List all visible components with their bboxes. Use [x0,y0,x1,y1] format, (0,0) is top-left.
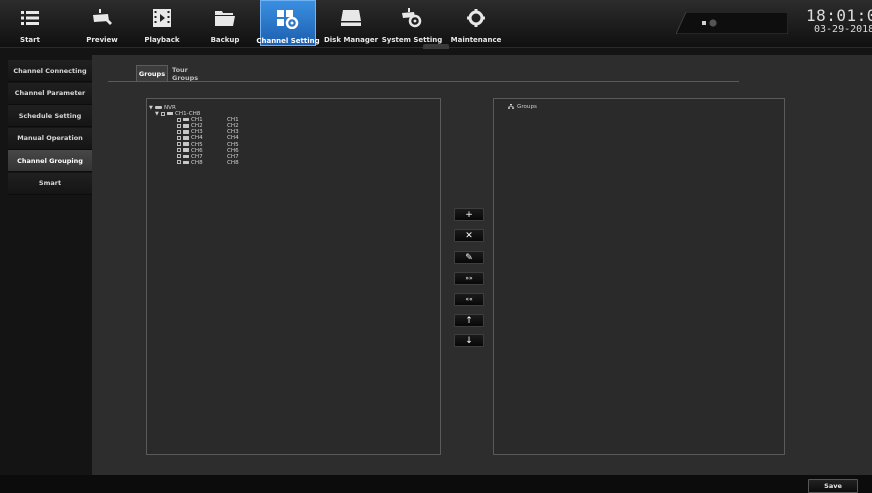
sidebar-item-smart[interactable]: Smart [8,172,92,195]
channel-name: CH6 [191,147,203,154]
save-button[interactable]: Save [808,479,858,493]
backup-folder-icon [212,5,238,31]
nvr-icon [155,105,162,110]
channel-name: CH4 [191,135,203,142]
move-all-left-button[interactable]: «« [454,293,484,306]
move-down-icon: ↓ [465,335,473,346]
tree-root-label: NVR [164,105,176,111]
start-menu-icon [17,5,43,31]
clock-date: 03-29-2018 [814,24,872,35]
system-setting-icon [399,5,425,31]
tree-group-label: CH1-CH8 [175,111,201,118]
menu-label: Channel Setting [256,37,320,45]
move-down-button[interactable]: ↓ [454,334,484,347]
menu-backup[interactable]: Backup [202,0,248,46]
delete-button[interactable]: ✕ [454,229,484,242]
channel-name: CH8 [191,159,203,166]
tab-tour-groups[interactable]: Tour Groups [172,65,214,82]
edit-button[interactable]: ✎ [454,251,484,264]
checkbox[interactable] [177,123,181,128]
maintenance-gear-icon [463,5,489,31]
sidebar-item-schedule-setting[interactable]: Schedule Setting [8,105,92,127]
move-up-button[interactable]: ↑ [454,314,484,327]
delete-icon: ✕ [465,230,473,241]
camera-icon [167,111,173,116]
camera-icon [183,136,189,140]
main-content: Groups Tour Groups ▼ NVR ▼ CH1-CH8 CH1 CH1… [92,55,872,475]
status-indicator-icon [676,12,788,34]
camera-icon [183,148,189,152]
menu-label: Maintenance [450,36,502,44]
playback-film-icon [149,5,175,31]
camera-icon [183,154,189,158]
checkbox[interactable] [177,135,181,140]
channel-name: CH1 [191,117,203,124]
add-button[interactable]: + [454,208,484,221]
checkbox[interactable] [177,117,181,122]
move-all-right-button[interactable]: »» [454,272,484,285]
camera-icon [183,160,189,165]
menu-start[interactable]: Start [10,0,50,46]
channel-name: CH2 [191,123,203,130]
move-all-right-icon: »» [465,275,473,282]
checkbox[interactable] [177,160,181,165]
tab-divider [108,81,739,82]
top-menu-bar: Start Preview Playback Backup Channel Se… [0,0,872,49]
menu-maintenance[interactable]: Maintenance [450,0,502,46]
channel-alias: CH8 [227,159,239,166]
menu-label: Backup [210,36,240,44]
groups-title: Groups [517,104,537,110]
groups-header: Groups [508,104,537,110]
channel-name: CH5 [191,141,203,148]
add-icon: + [465,209,473,220]
menu-label: System Setting [381,36,443,44]
preview-camera-icon [89,5,115,31]
sidebar-item-manual-operation[interactable]: Manual Operation [8,127,92,150]
menu-disk-manager[interactable]: Disk Manager [323,0,379,46]
menu-label: Disk Manager [323,36,379,44]
edit-icon: ✎ [465,252,473,263]
camera-icon [183,124,189,128]
channel-tree: ▼ NVR ▼ CH1-CH8 CH1 CH1 CH2 CH2 CH3 CH3 CH… [149,105,239,166]
groups-tree-icon [508,104,514,109]
settings-sidebar: Channel Connecting Channel Parameter Sch… [8,60,92,472]
menu-label: Playback [144,36,180,44]
channel-name: CH3 [191,129,203,136]
checkbox[interactable] [161,111,165,116]
bottom-bar: Save [0,475,872,493]
sidebar-item-channel-parameter[interactable]: Channel Parameter [8,82,92,105]
sidebar-item-channel-connecting[interactable]: Channel Connecting [8,60,92,82]
checkbox[interactable] [177,154,181,159]
checkbox[interactable] [177,148,181,153]
checkbox[interactable] [177,129,181,134]
groups-pane[interactable]: Groups [493,98,785,455]
camera-icon [183,117,189,122]
camera-icon [183,130,189,134]
channel-tree-pane[interactable]: ▼ NVR ▼ CH1-CH8 CH1 CH1 CH2 CH2 CH3 CH3 CH… [146,98,441,455]
sidebar-item-channel-grouping[interactable]: Channel Grouping [8,150,92,172]
menu-label: Start [20,36,40,44]
menu-system-setting[interactable]: System Setting [381,0,443,46]
tab-groups[interactable]: Groups [136,65,168,82]
menu-channel-setting[interactable]: Channel Setting [256,0,320,46]
channel-name: CH7 [191,153,203,160]
move-up-icon: ↑ [465,315,473,326]
menu-collapse-handle[interactable] [423,44,449,49]
disk-manager-icon [338,5,364,31]
clock-time: 18:01:00 [806,6,872,25]
menu-label: Preview [86,36,118,44]
camera-icon [183,142,189,146]
checkbox[interactable] [177,142,181,147]
menu-playback[interactable]: Playback [142,0,182,46]
tree-node-channel[interactable]: CH8 CH8 [149,159,239,166]
move-all-left-icon: «« [465,296,473,303]
channel-setting-icon [275,6,301,32]
menu-preview[interactable]: Preview [82,0,122,46]
